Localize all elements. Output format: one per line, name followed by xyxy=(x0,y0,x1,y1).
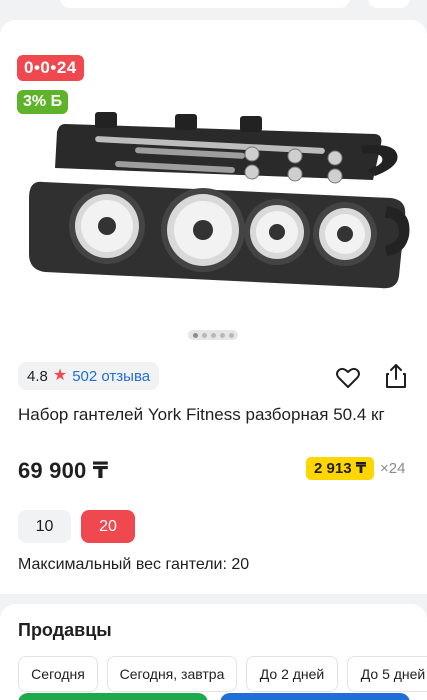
gallery-dot[interactable] xyxy=(210,332,216,338)
delivery-filter-today[interactable]: Сегодня xyxy=(18,656,98,692)
delivery-filter-2-days[interactable]: До 2 дней xyxy=(246,656,338,692)
star-icon: ★ xyxy=(52,367,68,384)
rating-reviews-chip[interactable]: 4.8 ★ 502 отзыва xyxy=(18,362,160,390)
share-icon[interactable] xyxy=(382,362,410,390)
product-gallery[interactable]: 0•0•24 3% Б xyxy=(0,20,427,350)
gallery-dot[interactable] xyxy=(201,332,207,338)
secondary-action-button[interactable] xyxy=(220,693,410,700)
gallery-dot[interactable] xyxy=(192,332,198,338)
gallery-dot[interactable] xyxy=(219,332,225,338)
installment-multiplier: ×24 xyxy=(380,460,406,477)
product-image[interactable] xyxy=(15,106,411,296)
installment-promo-badge: 0•0•24 xyxy=(17,55,84,81)
rating-value: 4.8 xyxy=(27,367,48,385)
delivery-filter-today-tomorrow[interactable]: Сегодня, завтра xyxy=(107,656,237,692)
product-price: 69 900 ₸ xyxy=(18,458,109,483)
weight-option-20[interactable]: 20 xyxy=(81,510,135,543)
primary-action-button[interactable] xyxy=(18,693,208,700)
product-info: 4.8 ★ 502 отзыва Набор гантелей York Fit… xyxy=(0,350,427,594)
previous-section-button[interactable] xyxy=(368,0,410,8)
gallery-dot[interactable] xyxy=(228,332,234,338)
product-title: Набор гантелей York Fitness разборная 50… xyxy=(18,405,385,424)
gallery-pagination[interactable] xyxy=(188,330,238,340)
sellers-section: Продавцы Сегодня Сегодня, завтра До 2 дн… xyxy=(0,604,427,700)
weight-option-10[interactable]: 10 xyxy=(18,510,71,543)
heart-icon[interactable] xyxy=(334,364,362,392)
previous-section-card xyxy=(60,0,350,8)
reviews-link[interactable]: 502 отзыва xyxy=(72,368,150,385)
spec-max-weight: Максимальный вес гантели: 20 xyxy=(18,556,250,573)
installment-amount[interactable]: 2 913 ₸ xyxy=(306,457,375,480)
previous-section-strip xyxy=(0,0,427,20)
sellers-title: Продавцы xyxy=(18,620,112,640)
delivery-filter-5-days[interactable]: До 5 дней xyxy=(347,656,427,692)
